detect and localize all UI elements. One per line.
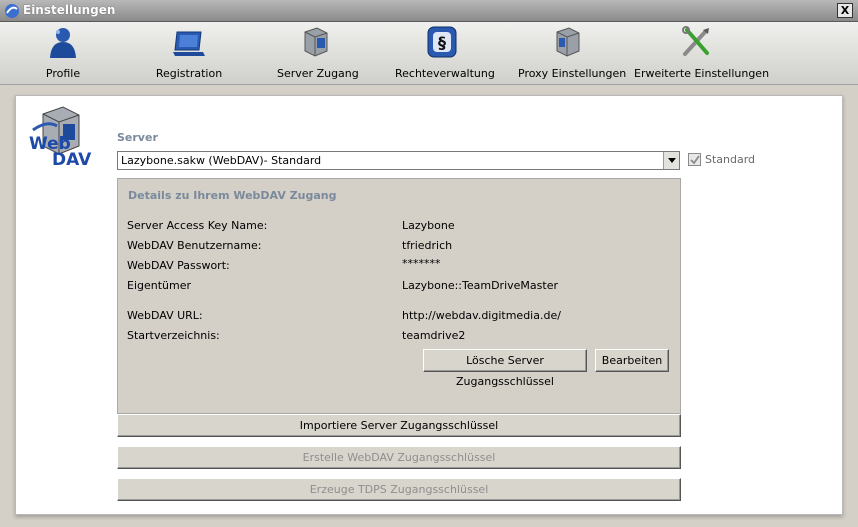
app-icon: [5, 4, 19, 18]
proxy-icon: [556, 27, 580, 57]
close-button[interactable]: X: [837, 3, 853, 18]
create-webdav-key-button[interactable]: Erstelle WebDAV Zugangsschlüssel: [117, 446, 681, 469]
url-value: http://webdav.digitmedia.de/: [402, 309, 561, 322]
standard-checkbox-label: Standard: [705, 153, 756, 166]
access-key-name-value: Lazybone: [402, 219, 455, 232]
webdav-logo: Web DAV: [27, 104, 91, 170]
advanced-settings-icon: [682, 26, 709, 56]
server-access-icon: [304, 27, 328, 57]
url-label: WebDAV URL:: [127, 309, 203, 322]
close-icon: X: [840, 4, 850, 17]
toolbar-label: Erweiterte Einstellungen: [634, 67, 770, 80]
chevron-down-icon[interactable]: [663, 152, 679, 169]
access-key-name-label: Server Access Key Name:: [127, 219, 268, 232]
standard-checkbox[interactable]: [688, 153, 701, 166]
server-select-value: Lazybone.sakw (WebDAV)- Standard: [121, 154, 322, 167]
logo-text-dav: DAV: [52, 150, 92, 170]
password-label: WebDAV Passwort:: [127, 259, 230, 272]
edit-button[interactable]: Bearbeiten: [595, 349, 669, 372]
owner-label: Eigentümer: [127, 279, 192, 292]
server-select[interactable]: Lazybone.sakw (WebDAV)- Standard: [117, 151, 680, 170]
toolbar: Profile Registration Server Zugang § Rec…: [0, 22, 858, 85]
toolbar-label: Rechteverwaltung: [395, 67, 495, 80]
start-directory-label: Startverzeichnis:: [127, 329, 220, 342]
toolbar-item-server-access[interactable]: Server Zugang: [277, 24, 359, 82]
toolbar-label: Profile: [45, 67, 81, 80]
username-label: WebDAV Benutzername:: [127, 239, 262, 252]
toolbar-label: Server Zugang: [277, 67, 359, 80]
password-value: *******: [402, 257, 441, 270]
toolbar-item-profile[interactable]: Profile: [40, 24, 86, 82]
generate-tdps-key-button[interactable]: Erzeuge TDPS Zugangsschlüssel: [117, 478, 681, 501]
registration-icon: [173, 31, 205, 56]
delete-key-button[interactable]: Lösche Server Zugangsschlüssel: [423, 349, 587, 388]
toolbar-label: Registration: [155, 67, 223, 80]
window-title: Einstellungen: [23, 3, 116, 17]
toolbar-item-proxy-settings[interactable]: Proxy Einstellungen: [518, 24, 627, 82]
profile-icon: [50, 28, 76, 58]
svg-text:§: §: [438, 33, 446, 52]
settings-panel: Web DAV Server Lazybone.sakw (WebDAV)- S…: [15, 95, 843, 515]
toolbar-item-registration[interactable]: Registration: [155, 24, 223, 82]
webdav-details-box: Details zu Ihrem WebDAV Zugang Server Ac…: [117, 178, 681, 414]
owner-value: Lazybone::TeamDriveMaster: [402, 279, 558, 292]
start-directory-value: teamdrive2: [402, 329, 466, 342]
title-bar: Einstellungen X: [0, 0, 858, 22]
toolbar-item-rights-management[interactable]: § Rechteverwaltung: [395, 24, 495, 82]
toolbar-label: Proxy Einstellungen: [518, 67, 627, 80]
checkmark-icon: [690, 155, 700, 165]
rights-management-icon: §: [427, 26, 457, 58]
username-value: tfriedrich: [402, 239, 453, 252]
server-label: Server: [117, 131, 158, 144]
toolbar-item-advanced-settings[interactable]: Erweiterte Einstellungen: [634, 24, 770, 82]
import-key-button[interactable]: Importiere Server Zugangsschlüssel: [117, 414, 681, 437]
details-title: Details zu Ihrem WebDAV Zugang: [128, 189, 337, 202]
